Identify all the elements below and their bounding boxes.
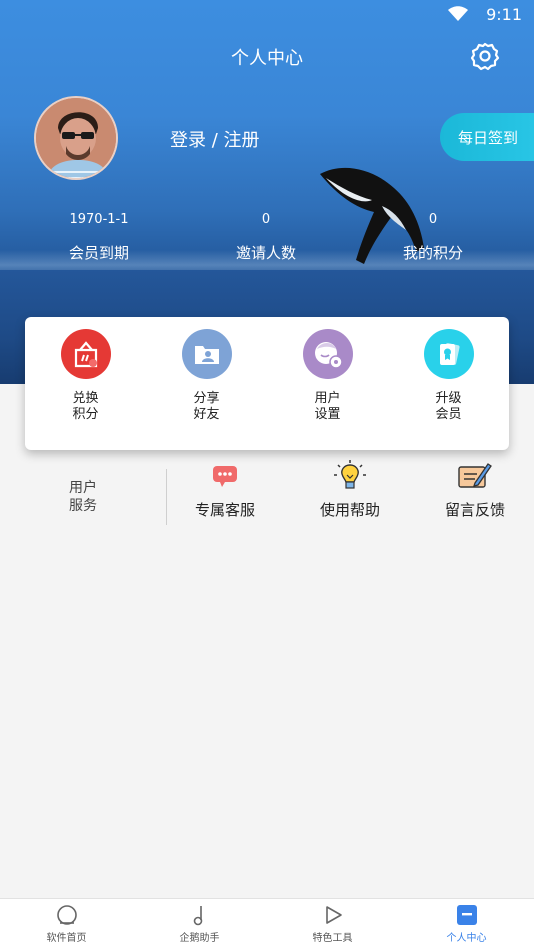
stat-membership-expiry[interactable]: 1970-1-1 会员到期 [29,210,169,263]
action-redeem-points[interactable]: 兑换 积分 [25,329,146,423]
stat-label: 邀请人数 [235,244,296,262]
user-services-heading: 用户 服务 [69,480,97,514]
avatar[interactable] [34,96,118,180]
stat-invite-count[interactable]: 0 邀请人数 [196,210,336,263]
stat-value: 0 [261,212,271,227]
tab-profile[interactable]: 个人中心 [400,903,533,944]
action-share-friends[interactable]: 分享 好友 [146,329,267,423]
tab-label: 软件首页 [46,933,87,944]
stat-value: 1970-1-1 [69,212,129,227]
share-contact-icon [181,329,232,379]
action-label-line2: 好友 [193,407,220,422]
tab-label: 特色工具 [312,933,353,944]
avatar-portrait-icon [36,98,116,178]
tab-tools[interactable]: 特色工具 [266,903,399,944]
feedback-note-icon [457,459,493,493]
service-label: 留言反馈 [444,501,505,519]
action-label-line1: 兑换 [72,391,99,406]
service-help[interactable]: 使用帮助 [290,459,410,520]
action-label-line1: 分享 [193,391,220,406]
gift-icon [60,329,111,379]
play-triangle-icon [321,903,345,927]
lightbulb-icon [332,459,368,493]
vip-card-icon [423,329,474,379]
action-label-line2: 积分 [72,407,99,422]
home-circle-icon [55,903,79,927]
stat-label: 我的积分 [402,244,463,262]
service-feedback[interactable]: 留言反馈 [415,459,534,520]
user-services-row: 用户 服务 专属客服 使用帮助 留言反馈 [0,455,534,535]
login-register-link[interactable]: 登录 / 注册 [170,126,260,152]
action-label-line2: 设置 [314,407,341,422]
tab-assistant[interactable]: 企鹅助手 [133,903,266,944]
quick-actions-card: 兑换 积分 分享 好友 用户 设置 升级 会员 [25,317,509,450]
settings-gear-icon[interactable] [470,41,500,71]
action-upgrade-vip[interactable]: 升级 会员 [388,329,509,423]
bottom-tab-bar: 软件首页 企鹅助手 特色工具 个人中心 [0,898,534,949]
user-settings-icon [302,329,353,379]
action-label-line1: 用户 [314,391,341,406]
profile-box-icon [455,903,479,927]
action-label-line1: 升级 [435,391,462,406]
wifi-icon [448,6,468,21]
action-user-settings[interactable]: 用户 设置 [267,329,388,423]
service-label: 专属客服 [194,501,255,519]
music-note-icon [188,903,212,927]
stat-my-points[interactable]: 0 我的积分 [363,210,503,263]
tab-label: 企鹅助手 [179,933,220,944]
daily-signin-button[interactable]: 每日签到 [440,113,534,161]
stat-label: 会员到期 [68,244,129,262]
stat-value: 0 [428,212,438,227]
tab-label: 个人中心 [446,933,487,944]
page-title: 个人中心 [231,48,303,69]
tab-home[interactable]: 软件首页 [0,903,133,944]
chat-bubble-icon [207,459,243,493]
action-label-line2: 会员 [435,407,462,422]
service-label: 使用帮助 [319,501,380,519]
service-customer-support[interactable]: 专属客服 [165,459,285,520]
status-time: 9:11 [486,5,522,24]
status-bar: 9:11 [0,0,534,30]
